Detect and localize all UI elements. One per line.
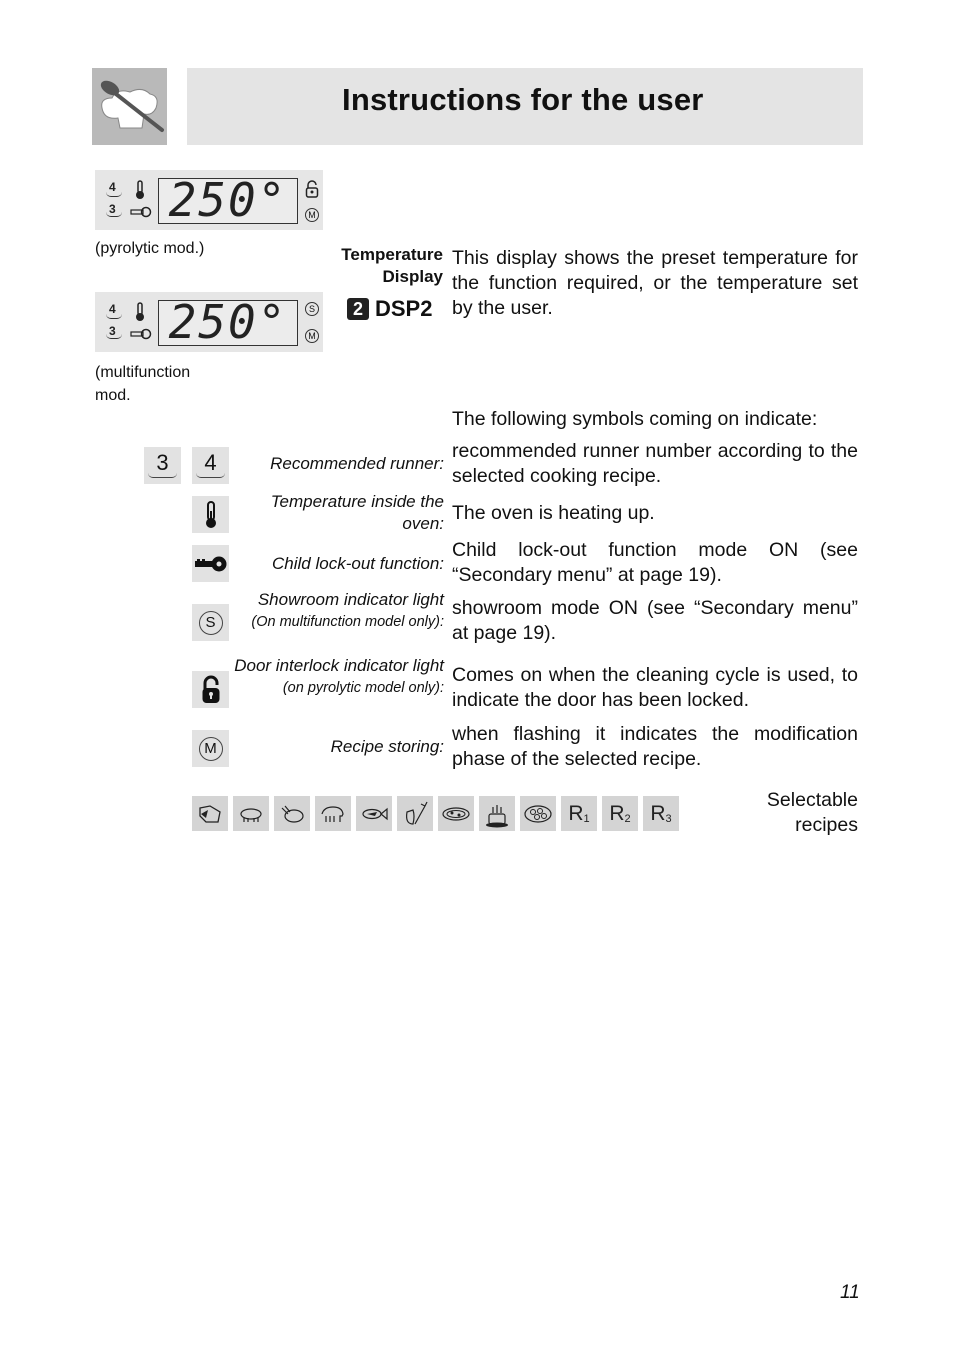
temperature-display-label: Temperature Display — [341, 245, 443, 286]
recommended-runner-label: Recommended runner: — [270, 454, 444, 473]
recipe-storing-description: when flashing it indicates the modificat… — [452, 723, 858, 770]
key-icon — [130, 206, 152, 218]
biscuits-icon — [520, 796, 556, 831]
thermometer-icon — [192, 496, 229, 533]
custom-recipe-r3: R3 — [643, 796, 679, 831]
chef-hat-spoon-icon — [92, 68, 167, 145]
lamb-icon — [315, 796, 351, 831]
pyrolytic-caption: (pyrolytic mod.) — [95, 240, 205, 257]
runner-underline — [106, 314, 122, 319]
dsp-code: DSP2 — [375, 296, 433, 321]
page-number: 11 — [840, 1282, 860, 1303]
vegetables-icon — [397, 796, 433, 831]
beef-icon — [192, 796, 228, 831]
temperature-readout: 250° — [158, 295, 298, 349]
runner-3-icon: 3 — [144, 447, 181, 484]
thermometer-icon — [136, 302, 144, 321]
symbols-intro: The following symbols coming on indicate… — [452, 408, 818, 430]
pyrolytic-display-panel: 4 3 250° M — [95, 170, 323, 230]
custom-recipe-r2: R2 — [602, 796, 638, 831]
runner-underline — [106, 212, 122, 217]
door-interlock-label: Door interlock indicator light (on pyrol… — [234, 656, 444, 696]
recommended-runner-description: recommended runner number according to t… — [452, 440, 858, 487]
cake-icon — [479, 796, 515, 831]
recipe-icons-row: R1 R2 R3 — [192, 796, 679, 831]
door-interlock-description: Comes on when the cleaning cycle is used… — [452, 664, 858, 711]
temperature-readout: 250° — [158, 173, 298, 227]
recipe-storing-m-icon: M — [192, 730, 229, 767]
temperature-display-description: This display shows the preset temperatur… — [452, 247, 858, 319]
multifunction-display-panel: 4 3 250° S M — [95, 292, 323, 352]
runner-underline — [106, 334, 122, 339]
fish-icon — [356, 796, 392, 831]
pizza-icon — [438, 796, 474, 831]
poultry-icon — [274, 796, 310, 831]
child-lock-description: Child lock-out function mode ON (see “Se… — [452, 539, 858, 586]
selectable-recipes-label: Selectable recipes — [766, 789, 858, 836]
multifunction-caption: (multifunction mod. — [95, 364, 191, 404]
showroom-description: showroom mode ON (see “Secondary menu” a… — [452, 597, 858, 644]
key-icon — [192, 545, 229, 582]
custom-recipe-r1: R1 — [561, 796, 597, 831]
runner-4-icon: 4 — [192, 447, 229, 484]
recipe-storing-indicator: M — [305, 329, 319, 343]
thermometer-icon — [136, 180, 144, 199]
temperature-inside-label: Temperature inside the oven: — [270, 492, 444, 533]
child-lock-label: Child lock-out function: — [272, 554, 444, 573]
recipe-storing-label: Recipe storing: — [330, 737, 444, 756]
pork-icon — [233, 796, 269, 831]
dsp2-label: 2 DSP2 — [347, 296, 432, 322]
runner-underline — [106, 192, 122, 197]
recipe-storing-indicator: M — [305, 208, 319, 222]
key-icon — [130, 328, 152, 340]
temperature-inside-description: The oven is heating up. — [452, 502, 655, 524]
page-title: Instructions for the user — [342, 82, 704, 117]
showroom-indicator: S — [305, 302, 319, 316]
padlock-icon — [305, 180, 319, 198]
showroom-label: Showroom indicator light (On multifuncti… — [251, 590, 444, 630]
number-badge: 2 — [347, 298, 369, 320]
